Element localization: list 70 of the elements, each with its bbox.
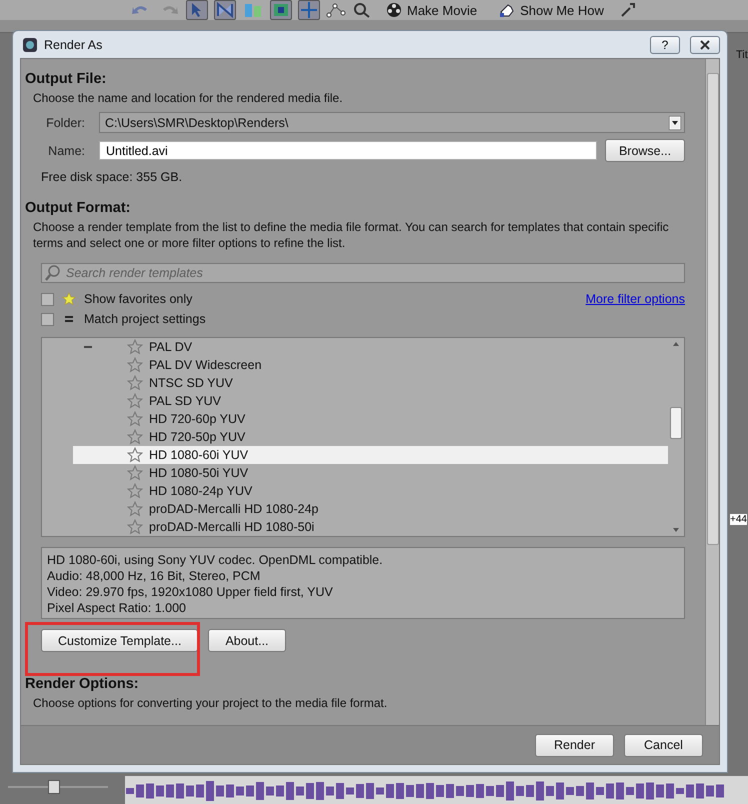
template-item[interactable]: PAL DV Widescreen: [73, 356, 668, 374]
folder-dropdown[interactable]: C:\Users\SMR\Desktop\Renders\: [99, 112, 685, 133]
template-item[interactable]: PAL SD YUV: [73, 392, 668, 410]
dropdown-arrow-icon[interactable]: [669, 116, 681, 130]
template-item[interactable]: proDAD-Mercalli HD 1080-50i: [73, 518, 668, 536]
close-button[interactable]: [690, 36, 720, 54]
dialog-button[interactable]: Render: [535, 734, 614, 756]
app-icon: [22, 36, 38, 52]
section-heading: Render Options:: [25, 676, 140, 692]
favorite-star-icon[interactable]: [127, 519, 143, 535]
template-item[interactable]: HD 720-60p YUV: [73, 410, 668, 428]
favorite-star-icon[interactable]: [127, 339, 143, 355]
favorite-star-icon[interactable]: [127, 357, 143, 373]
favorite-star-icon[interactable]: [127, 501, 143, 517]
info-line: Audio: 48,000 Hz, 16 Bit, Stereo, PCM: [47, 568, 262, 584]
section-description: Choose the name and location for the rendered media file.: [32, 90, 344, 106]
panel-tab-label: Tit: [736, 49, 748, 61]
section-heading: Output Format:: [25, 200, 132, 216]
section-description: Choose a render template from the list to define the media file format. You can search for templates that contain specific terms and select one or more filter options to refine the list.: [32, 219, 670, 251]
scroll-down-icon[interactable]: [672, 527, 680, 533]
favorite-star-icon[interactable]: [127, 375, 143, 391]
timecode-label: +44: [730, 514, 747, 525]
filter-label: Show favorites only: [84, 292, 194, 306]
scroll-up-icon[interactable]: [672, 341, 680, 347]
template-item[interactable]: NTSC SD YUV: [73, 374, 668, 392]
favorite-star-icon[interactable]: [127, 447, 143, 463]
more-filter-options-link[interactable]: More filter options: [586, 292, 685, 306]
zoom-icon[interactable]: [352, 1, 372, 19]
template-item[interactable]: PAL DV: [73, 338, 668, 356]
window-title: Render As: [44, 38, 104, 52]
checkbox[interactable]: [41, 292, 54, 306]
dialog-button[interactable]: Cancel: [624, 734, 703, 756]
help-button[interactable]: ?: [650, 36, 680, 54]
toolbar-button[interactable]: Make Movie: [378, 2, 486, 18]
template-item[interactable]: HD 1080-24p YUV: [73, 482, 668, 500]
favorite-star-icon[interactable]: [127, 465, 143, 481]
folder-label: Folder:: [45, 116, 86, 130]
scrollbar[interactable]: [705, 59, 719, 725]
section-heading: Output File:: [25, 71, 108, 87]
name-label: Name:: [47, 144, 86, 158]
info-line: HD 1080-60i, using Sony YUV codec. OpenDML compatible.: [47, 552, 384, 568]
search-icon: [44, 264, 62, 282]
film-reel-icon: [386, 2, 402, 18]
toolbar-button[interactable]: Show Me How: [491, 2, 612, 18]
browse-button[interactable]: Browse...: [605, 139, 685, 162]
star-icon: [62, 292, 76, 306]
info-line: Pixel Aspect Ratio: 1.000: [47, 600, 187, 616]
nodes-icon[interactable]: [326, 1, 346, 19]
name-field[interactable]: Untitled.avi: [99, 141, 597, 160]
favorite-star-icon[interactable]: [127, 483, 143, 499]
close-icon: [699, 40, 711, 50]
envelope-tool-icon[interactable]: [214, 0, 236, 20]
info-line: Video: 29.970 fps, 1920x1080 Upper field first, YUV: [47, 584, 334, 600]
collapse-icon[interactable]: [84, 345, 92, 349]
checkbox[interactable]: [41, 312, 54, 326]
cursor-icon[interactable]: [186, 0, 208, 20]
template-item[interactable]: HD 1080-60i YUV: [73, 446, 668, 464]
template-button[interactable]: About...: [208, 629, 286, 652]
template-button[interactable]: Customize Template...: [41, 629, 198, 652]
template-item[interactable]: HD 720-50p YUV: [73, 428, 668, 446]
search-field[interactable]: Search render templates: [41, 263, 685, 283]
filter-label: Match project settings: [84, 312, 207, 326]
section-description: Choose options for converting your project to the media file format.: [32, 695, 388, 711]
favorite-star-icon[interactable]: [127, 411, 143, 427]
template-item[interactable]: proDAD-Mercalli HD 1080-24p: [73, 500, 668, 518]
free-space-text: Free disk space: 355 GB.: [40, 170, 184, 184]
favorite-star-icon[interactable]: [127, 393, 143, 409]
template-item[interactable]: HD 1080-50i YUV: [73, 464, 668, 482]
scroll-thumb[interactable]: [670, 407, 682, 439]
favorite-star-icon[interactable]: [127, 429, 143, 445]
